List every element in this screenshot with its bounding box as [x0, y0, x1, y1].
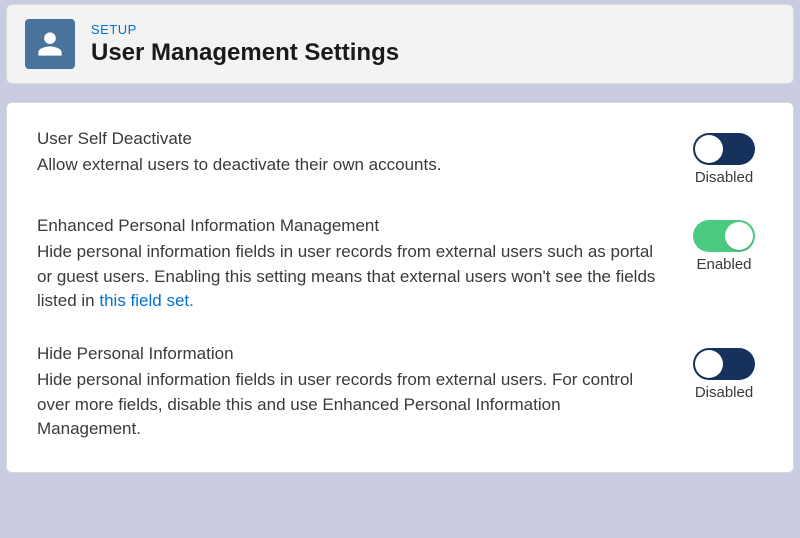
toggle-knob: [695, 350, 723, 378]
setting-title: Enhanced Personal Information Management: [37, 216, 661, 236]
settings-panel: User Self Deactivate Allow external user…: [6, 102, 794, 473]
page-title: User Management Settings: [91, 39, 399, 67]
toggle-knob: [695, 135, 723, 163]
toggle-state-label: Enabled: [696, 256, 751, 273]
setting-enhanced-personal-info: Enhanced Personal Information Management…: [37, 216, 763, 314]
setting-hide-personal-info: Hide Personal Information Hide personal …: [37, 344, 763, 442]
setting-description: Allow external users to deactivate their…: [37, 153, 661, 178]
toggle-knob: [725, 222, 753, 250]
setup-eyebrow: SETUP: [91, 22, 399, 37]
toggle-enhanced-personal-info[interactable]: [693, 220, 755, 252]
setting-description: Hide personal information fields in user…: [37, 240, 661, 314]
toggle-state-label: Disabled: [695, 169, 753, 186]
toggle-state-label: Disabled: [695, 384, 753, 401]
setting-title: Hide Personal Information: [37, 344, 661, 364]
toggle-user-self-deactivate[interactable]: [693, 133, 755, 165]
field-set-link[interactable]: this field set.: [99, 291, 194, 310]
user-icon: [25, 19, 75, 69]
setting-description: Hide personal information fields in user…: [37, 368, 661, 442]
setting-user-self-deactivate: User Self Deactivate Allow external user…: [37, 129, 763, 186]
setting-title: User Self Deactivate: [37, 129, 661, 149]
toggle-hide-personal-info[interactable]: [693, 348, 755, 380]
setup-header: SETUP User Management Settings: [6, 4, 794, 84]
